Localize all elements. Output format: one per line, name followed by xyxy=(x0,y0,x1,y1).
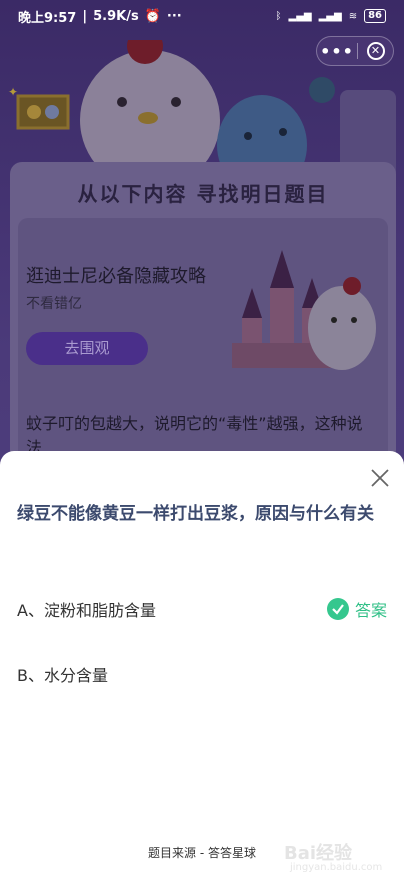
ad-title: 逛迪士尼必备隐藏攻略 xyxy=(26,266,206,287)
option-b[interactable]: B、水分含量 xyxy=(17,659,387,689)
watermark-url: jingyan.baidu.com xyxy=(290,862,383,873)
mini-program-capsule: ••• ✕ xyxy=(316,36,394,66)
check-icon xyxy=(326,598,349,620)
option-b-label: B、水分含量 xyxy=(17,666,108,685)
status-time: 晚上9:57 xyxy=(18,10,77,26)
question-source: 题目来源 - 答答星球 xyxy=(148,846,256,860)
ad-view-button[interactable]: 去围观 xyxy=(26,332,148,365)
wifi-icon: ≋ xyxy=(348,10,358,22)
close-circle-icon: ✕ xyxy=(366,42,385,60)
question-sheet: 绿豆不能像黄豆一样打出豆浆，原因与什么有关 A、淀粉和脂肪含量 答案 B、水分含… xyxy=(0,451,404,877)
bluetooth-icon: ᛒ xyxy=(275,10,282,22)
ad-subtitle: 不看错亿 xyxy=(26,296,82,312)
answer-label: 答案 xyxy=(354,601,387,620)
network-speed: 5.9K/s xyxy=(93,8,139,24)
status-bar: 晚上9:57 | 5.9K/s ⏰ ··· ᛒ ▂▄▆ ▂▄▆ ≋ 86 xyxy=(0,0,404,32)
more-notifications: ··· xyxy=(166,8,182,24)
question-text: 绿豆不能像黄豆一样打出豆浆，原因与什么有关 xyxy=(17,504,374,524)
option-a-label: A、淀粉和脂肪含量 xyxy=(17,601,156,620)
battery-indicator: 86 xyxy=(364,9,386,23)
option-a[interactable]: A、淀粉和脂肪含量 答案 xyxy=(17,594,387,624)
svg-text:✦: ✦ xyxy=(8,85,18,99)
card-title: 从以下内容 寻找明日题目 xyxy=(77,182,329,206)
capsule-close-button[interactable]: ✕ xyxy=(358,42,393,60)
answer-badge: 答案 xyxy=(326,597,387,621)
castle-illustration xyxy=(232,250,376,370)
signal-2-icon: ▂▄▆ xyxy=(318,10,342,22)
close-icon[interactable] xyxy=(368,466,392,490)
alarm-icon: ⏰ xyxy=(144,8,161,24)
more-button[interactable]: ••• xyxy=(317,42,357,61)
signal-icon: ▂▄▆ xyxy=(288,10,312,22)
